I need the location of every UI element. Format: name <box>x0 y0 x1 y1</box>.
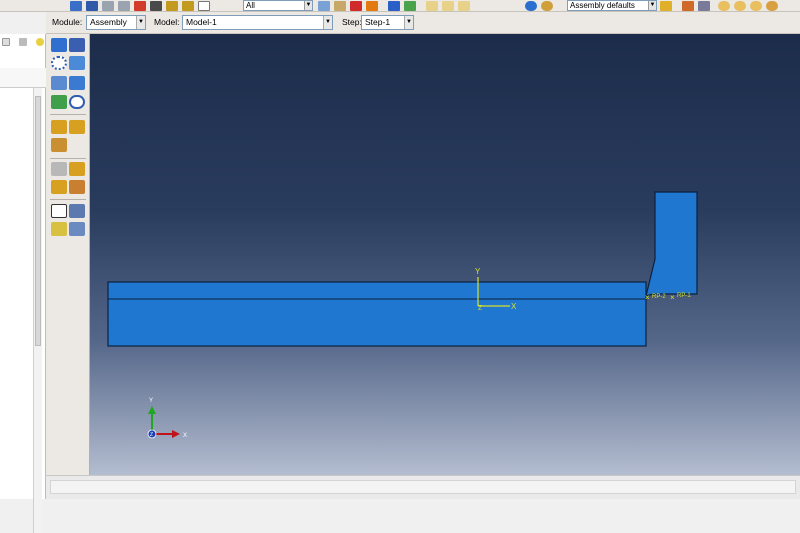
parallel-csys-icon[interactable] <box>69 180 85 194</box>
highlight-icon[interactable] <box>366 0 378 11</box>
display-group-icon[interactable] <box>660 0 672 11</box>
datum-point-icon[interactable] <box>69 204 85 218</box>
rp1-label: RP-1 <box>677 293 691 299</box>
tree-toolbar <box>2 38 48 46</box>
chevron-down-icon[interactable]: ▼ <box>323 16 332 29</box>
merge-cut-icon[interactable] <box>51 95 67 109</box>
triad-y-label: Y <box>149 398 153 404</box>
model-value: Model-1 <box>186 17 217 27</box>
step-combo[interactable]: Step-1 ▼ <box>361 15 414 30</box>
model-combo[interactable]: Model-1 ▼ <box>182 15 333 30</box>
module-combo[interactable]: Assembly ▼ <box>86 15 146 30</box>
query-icon[interactable] <box>166 0 178 11</box>
tool-instance[interactable] <box>645 191 698 297</box>
color-code-icon[interactable] <box>541 0 553 11</box>
csys-y-label: Y <box>475 267 481 276</box>
selection-options-icon[interactable] <box>318 0 330 11</box>
lightbulb-icon[interactable] <box>36 38 44 46</box>
datum-plane-icon[interactable] <box>69 222 85 236</box>
circle-group-icon[interactable] <box>718 0 730 11</box>
filter-icon[interactable] <box>19 38 27 46</box>
translate-to-icon[interactable] <box>69 76 85 90</box>
tree-scrollbar[interactable] <box>33 88 42 533</box>
coincident-point-icon[interactable] <box>51 180 67 194</box>
rotate-view-icon[interactable] <box>86 0 98 11</box>
prompt-area <box>46 475 800 499</box>
render-style-icon[interactable] <box>388 0 400 11</box>
select-mode-icon[interactable] <box>334 0 346 11</box>
tree-tabs <box>0 68 46 88</box>
zoom-icon[interactable] <box>118 0 130 11</box>
plot-icon[interactable] <box>182 0 194 11</box>
prompt-box[interactable] <box>50 480 796 494</box>
parallel-face-icon[interactable] <box>51 120 67 134</box>
tree-scroll-thumb[interactable] <box>35 96 41 346</box>
chevron-down-icon[interactable]: ▼ <box>404 16 413 29</box>
view-front-icon[interactable] <box>426 0 438 11</box>
shaded-icon[interactable] <box>404 0 416 11</box>
rp2-cross-icon: × <box>645 293 650 302</box>
info-icon[interactable] <box>525 0 537 11</box>
coaxial-icon[interactable] <box>51 162 67 176</box>
triad-x-label: X <box>183 433 187 439</box>
table-icon[interactable] <box>698 0 710 11</box>
replace-icon[interactable] <box>682 0 694 11</box>
tool-palette <box>46 34 90 475</box>
triad-z-label: Z <box>150 432 153 438</box>
context-bar: Module: Assembly ▼ Model: Model-1 ▼ Step… <box>46 12 800 34</box>
view-box-icon[interactable] <box>458 0 470 11</box>
select-cursor-icon[interactable] <box>198 0 210 11</box>
csys-z-label: Z <box>478 305 483 312</box>
box-zoom-icon[interactable] <box>134 0 146 11</box>
rotate-instance-icon[interactable] <box>51 76 67 90</box>
rp2-marker[interactable]: × RP-2 <box>645 293 666 302</box>
triad-y-arrow-icon <box>148 406 156 414</box>
model-label: Model: <box>154 17 180 27</box>
expand-icon[interactable] <box>2 38 10 46</box>
auto-fit-icon[interactable] <box>150 0 162 11</box>
translate-instance-icon[interactable] <box>69 56 85 70</box>
graphics-viewport[interactable]: Y X Z × RP-2 × RP-1 Y X Z <box>90 34 800 475</box>
create-instance-icon[interactable] <box>51 38 67 52</box>
chevron-down-icon[interactable]: ▼ <box>304 1 312 10</box>
face-to-face-icon[interactable] <box>69 120 85 134</box>
step-label: Step: <box>342 17 362 27</box>
triad-x-arrow-icon <box>172 430 180 438</box>
view-triad: Y X Z <box>147 398 187 439</box>
assembly-canvas[interactable]: Y X Z × RP-2 × RP-1 Y X Z <box>90 34 800 475</box>
circle-group-4-icon[interactable] <box>766 0 778 11</box>
circle-group-2-icon[interactable] <box>734 0 746 11</box>
model-tree-panel[interactable] <box>0 34 48 533</box>
chevron-down-icon[interactable]: ▼ <box>136 16 145 29</box>
datum-axis-icon[interactable] <box>51 222 67 236</box>
view-iso-icon[interactable] <box>442 0 454 11</box>
selection-filter-value: All <box>246 1 255 10</box>
rp2-label: RP-2 <box>652 294 666 300</box>
edge-to-edge-icon[interactable] <box>51 138 67 152</box>
module-label: Module: <box>52 17 83 27</box>
linear-pattern-icon[interactable] <box>69 38 85 52</box>
datum-csys-icon[interactable] <box>51 204 67 218</box>
selection-filter-combo[interactable]: All ▼ <box>243 0 313 11</box>
module-value: Assembly <box>90 17 127 27</box>
view-defaults-combo[interactable]: Assembly defaults ▼ <box>567 0 657 11</box>
csys-x-label: X <box>511 302 517 311</box>
rp1-cross-icon: × <box>670 293 675 302</box>
drag-shape-icon[interactable] <box>350 0 362 11</box>
view-defaults-value: Assembly defaults <box>570 1 635 10</box>
radial-pattern-icon[interactable] <box>51 56 67 70</box>
rp1-marker[interactable]: × RP-1 <box>670 293 691 302</box>
beam-instance[interactable] <box>107 281 647 347</box>
circle-group-3-icon[interactable] <box>750 0 762 11</box>
main-toolbar: All ▼ Assembly defaults ▼ <box>0 0 800 12</box>
chevron-down-icon[interactable]: ▼ <box>648 1 656 10</box>
boolean-icon[interactable] <box>69 95 85 109</box>
pan-icon[interactable] <box>70 0 82 11</box>
contact-icon[interactable] <box>69 162 85 176</box>
step-value: Step-1 <box>365 17 391 27</box>
magnify-icon[interactable] <box>102 0 114 11</box>
